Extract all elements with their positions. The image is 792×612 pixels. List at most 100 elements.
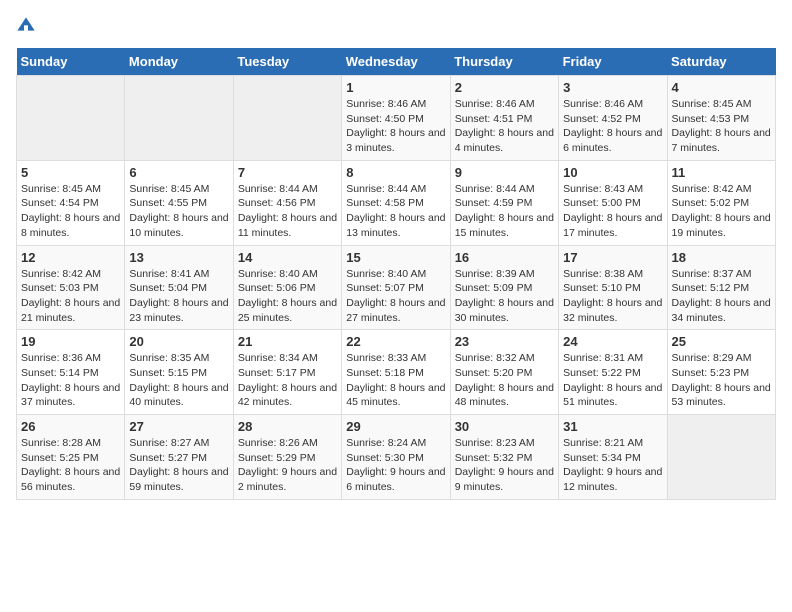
day-number: 20 [129, 334, 228, 349]
calendar-cell: 9Sunrise: 8:44 AMSunset: 4:59 PMDaylight… [450, 160, 558, 245]
day-info: Sunrise: 8:46 AMSunset: 4:50 PMDaylight:… [346, 97, 445, 156]
calendar-cell: 31 Sunrise: 8:21 AMSunset: 5:34 PMDayligh… [559, 415, 667, 500]
day-number: 29 [346, 419, 445, 434]
calendar-cell: 14 Sunrise: 8:40 AMSunset: 5:06 PMDayligh… [233, 245, 341, 330]
day-number: 3 [563, 80, 662, 95]
day-number: 13 [129, 250, 228, 265]
calendar-cell: 2 Sunrise: 8:46 AMSunset: 4:51 PMDaylight… [450, 76, 558, 161]
day-number: 30 [455, 419, 554, 434]
day-number: 31 [563, 419, 662, 434]
week-row-3: 12 Sunrise: 8:42 AMSunset: 5:03 PMDayligh… [17, 245, 776, 330]
calendar-cell: 19Sunrise: 8:36 AMSunset: 5:14 PMDayligh… [17, 330, 125, 415]
day-of-week-wednesday: Wednesday [342, 48, 450, 76]
day-number: 7 [238, 165, 337, 180]
day-number: 21 [238, 334, 337, 349]
day-info: Sunrise: 8:24 AMSunset: 5:30 PMDaylight:… [346, 436, 445, 495]
calendar-cell: 10 Sunrise: 8:43 AMSunset: 5:00 PMDayligh… [559, 160, 667, 245]
day-info: Sunrise: 8:29 AMSunset: 5:23 PMDaylight:… [672, 351, 771, 410]
week-row-4: 19Sunrise: 8:36 AMSunset: 5:14 PMDayligh… [17, 330, 776, 415]
day-info: Sunrise: 8:44 AMSunset: 4:58 PMDaylight:… [346, 182, 445, 241]
calendar-cell: 29 Sunrise: 8:24 AMSunset: 5:30 PMDayligh… [342, 415, 450, 500]
day-info: Sunrise: 8:46 AMSunset: 4:51 PMDaylight:… [455, 97, 554, 156]
calendar-cell: 20 Sunrise: 8:35 AMSunset: 5:15 PMDayligh… [125, 330, 233, 415]
day-number: 12 [21, 250, 120, 265]
day-info: Sunrise: 8:28 AMSunset: 5:25 PMDaylight:… [21, 436, 120, 495]
day-info: Sunrise: 8:38 AMSunset: 5:10 PMDaylight:… [563, 267, 662, 326]
day-info: Sunrise: 8:35 AMSunset: 5:15 PMDaylight:… [129, 351, 228, 410]
day-info: Sunrise: 8:42 AMSunset: 5:02 PMDaylight:… [672, 182, 771, 241]
day-number: 11 [672, 165, 771, 180]
day-number: 22 [346, 334, 445, 349]
week-row-1: 1 Sunrise: 8:46 AMSunset: 4:50 PMDaylight… [17, 76, 776, 161]
calendar-cell: 3 Sunrise: 8:46 AMSunset: 4:52 PMDaylight… [559, 76, 667, 161]
day-number: 5 [21, 165, 120, 180]
day-info: Sunrise: 8:42 AMSunset: 5:03 PMDaylight:… [21, 267, 120, 326]
logo [16, 16, 40, 36]
day-info: Sunrise: 8:46 AMSunset: 4:52 PMDaylight:… [563, 97, 662, 156]
calendar-cell: 22Sunrise: 8:33 AMSunset: 5:18 PMDayligh… [342, 330, 450, 415]
calendar-cell [667, 415, 775, 500]
day-of-week-sunday: Sunday [17, 48, 125, 76]
days-of-week-row: SundayMondayTuesdayWednesdayThursdayFrid… [17, 48, 776, 76]
day-info: Sunrise: 8:27 AMSunset: 5:27 PMDaylight:… [129, 436, 228, 495]
day-number: 25 [672, 334, 771, 349]
day-info: Sunrise: 8:44 AMSunset: 4:59 PMDaylight:… [455, 182, 554, 241]
day-number: 14 [238, 250, 337, 265]
calendar-cell [233, 76, 341, 161]
calendar-cell: 13 Sunrise: 8:41 AMSunset: 5:04 PMDayligh… [125, 245, 233, 330]
calendar-cell: 11 Sunrise: 8:42 AMSunset: 5:02 PMDayligh… [667, 160, 775, 245]
day-info: Sunrise: 8:45 AMSunset: 4:54 PMDaylight:… [21, 182, 120, 241]
calendar-cell: 1 Sunrise: 8:46 AMSunset: 4:50 PMDaylight… [342, 76, 450, 161]
calendar-cell: 23 Sunrise: 8:32 AMSunset: 5:20 PMDayligh… [450, 330, 558, 415]
day-of-week-tuesday: Tuesday [233, 48, 341, 76]
calendar-cell: 28Sunrise: 8:26 AMSunset: 5:29 PMDayligh… [233, 415, 341, 500]
day-number: 15 [346, 250, 445, 265]
page-header [16, 16, 776, 36]
day-info: Sunrise: 8:31 AMSunset: 5:22 PMDaylight:… [563, 351, 662, 410]
day-number: 8 [346, 165, 445, 180]
calendar-header: SundayMondayTuesdayWednesdayThursdayFrid… [17, 48, 776, 76]
day-number: 26 [21, 419, 120, 434]
day-info: Sunrise: 8:43 AMSunset: 5:00 PMDaylight:… [563, 182, 662, 241]
day-number: 16 [455, 250, 554, 265]
day-info: Sunrise: 8:34 AMSunset: 5:17 PMDaylight:… [238, 351, 337, 410]
day-info: Sunrise: 8:45 AMSunset: 4:53 PMDaylight:… [672, 97, 771, 156]
day-info: Sunrise: 8:21 AMSunset: 5:34 PMDaylight:… [563, 436, 662, 495]
day-number: 27 [129, 419, 228, 434]
calendar-cell: 6 Sunrise: 8:45 AMSunset: 4:55 PMDaylight… [125, 160, 233, 245]
week-row-5: 26 Sunrise: 8:28 AMSunset: 5:25 PMDayligh… [17, 415, 776, 500]
calendar-cell: 26 Sunrise: 8:28 AMSunset: 5:25 PMDayligh… [17, 415, 125, 500]
day-info: Sunrise: 8:45 AMSunset: 4:55 PMDaylight:… [129, 182, 228, 241]
calendar-cell [125, 76, 233, 161]
calendar-cell: 17 Sunrise: 8:38 AMSunset: 5:10 PMDayligh… [559, 245, 667, 330]
day-info: Sunrise: 8:36 AMSunset: 5:14 PMDaylight:… [21, 351, 120, 410]
day-number: 6 [129, 165, 228, 180]
day-of-week-thursday: Thursday [450, 48, 558, 76]
day-info: Sunrise: 8:40 AMSunset: 5:07 PMDaylight:… [346, 267, 445, 326]
day-number: 18 [672, 250, 771, 265]
calendar-cell: 15 Sunrise: 8:40 AMSunset: 5:07 PMDayligh… [342, 245, 450, 330]
calendar-cell: 8 Sunrise: 8:44 AMSunset: 4:58 PMDaylight… [342, 160, 450, 245]
day-info: Sunrise: 8:26 AMSunset: 5:29 PMDaylight:… [238, 436, 337, 495]
calendar-cell: 7 Sunrise: 8:44 AMSunset: 4:56 PMDaylight… [233, 160, 341, 245]
calendar-cell: 30Sunrise: 8:23 AMSunset: 5:32 PMDayligh… [450, 415, 558, 500]
day-of-week-saturday: Saturday [667, 48, 775, 76]
day-number: 1 [346, 80, 445, 95]
calendar-cell [17, 76, 125, 161]
calendar-cell: 16Sunrise: 8:39 AMSunset: 5:09 PMDayligh… [450, 245, 558, 330]
day-number: 23 [455, 334, 554, 349]
day-number: 2 [455, 80, 554, 95]
calendar-cell: 18 Sunrise: 8:37 AMSunset: 5:12 PMDayligh… [667, 245, 775, 330]
day-info: Sunrise: 8:41 AMSunset: 5:04 PMDaylight:… [129, 267, 228, 326]
calendar-cell: 5 Sunrise: 8:45 AMSunset: 4:54 PMDaylight… [17, 160, 125, 245]
day-number: 24 [563, 334, 662, 349]
day-of-week-monday: Monday [125, 48, 233, 76]
day-info: Sunrise: 8:32 AMSunset: 5:20 PMDaylight:… [455, 351, 554, 410]
day-info: Sunrise: 8:37 AMSunset: 5:12 PMDaylight:… [672, 267, 771, 326]
calendar-body: 1 Sunrise: 8:46 AMSunset: 4:50 PMDaylight… [17, 76, 776, 500]
day-number: 17 [563, 250, 662, 265]
calendar-cell: 12 Sunrise: 8:42 AMSunset: 5:03 PMDayligh… [17, 245, 125, 330]
day-info: Sunrise: 8:44 AMSunset: 4:56 PMDaylight:… [238, 182, 337, 241]
day-number: 10 [563, 165, 662, 180]
day-info: Sunrise: 8:40 AMSunset: 5:06 PMDaylight:… [238, 267, 337, 326]
